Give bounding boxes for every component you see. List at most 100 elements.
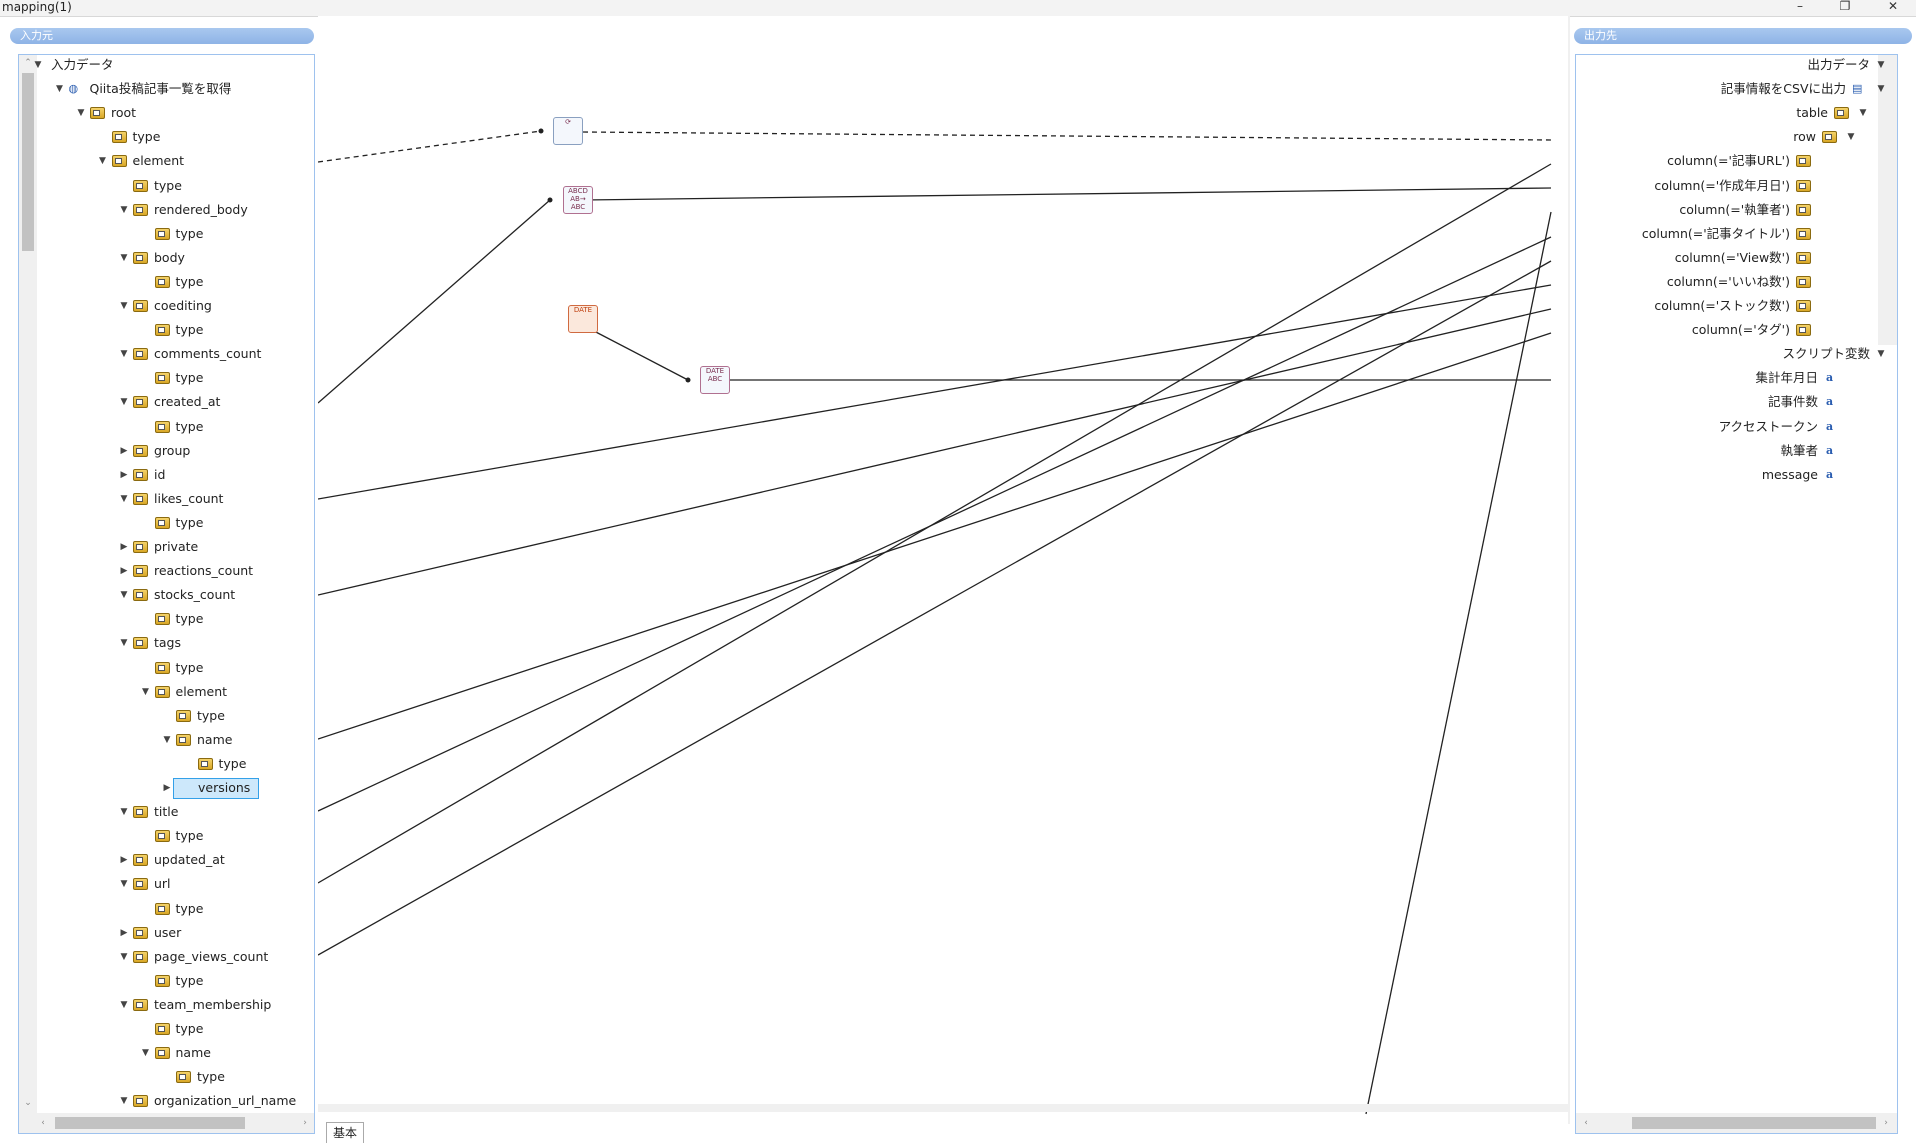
tree-node[interactable]: type (19, 417, 314, 437)
expand-down-icon[interactable]: ▼ (33, 55, 43, 75)
minimize-button[interactable]: – (1785, 0, 1815, 16)
tree-node[interactable]: type (19, 899, 314, 919)
expand-down-icon[interactable]: ▼ (119, 344, 129, 364)
tree-node[interactable]: type (19, 368, 314, 388)
tree-node[interactable]: ▼ comments_count (19, 344, 314, 364)
target-tree-node[interactable]: a 執筆者 (1576, 441, 1876, 461)
scroll-left-arrow-icon[interactable]: ‹ (37, 1117, 49, 1129)
tree-node[interactable]: ▼ element (19, 682, 314, 702)
target-tree-node[interactable]: a 記事件数 (1576, 392, 1876, 412)
target-tree-node[interactable]: ▼ 出力データ (1576, 55, 1884, 75)
tree-node[interactable]: ▼ stocks_count (19, 585, 314, 605)
tree-node[interactable]: type (19, 176, 314, 196)
tree-node[interactable]: type (19, 609, 314, 629)
target-tree-node[interactable]: column(='記事URL') (1576, 151, 1876, 171)
expand-down-icon[interactable]: ▼ (1858, 103, 1868, 123)
target-tree-node[interactable]: a 集計年月日 (1576, 368, 1876, 388)
tree-node[interactable]: ▼ name (19, 1043, 314, 1063)
target-tree[interactable]: ‹ › ▼ 出力データ ▼ ▤ 記事情報をCSVに出力 ▼ table ▼ row column(… (1575, 54, 1898, 1134)
canvas-vscrollbar[interactable] (1568, 16, 1570, 1124)
expand-down-icon[interactable]: ▼ (141, 1043, 151, 1063)
target-tree-node[interactable]: column(='タグ') (1576, 320, 1876, 340)
date-format-function-icon[interactable]: DATE ABC (700, 366, 730, 394)
target-hscroll-thumb[interactable] (1632, 1117, 1876, 1129)
target-tree-node[interactable]: column(='ストック数') (1576, 296, 1876, 316)
expand-down-icon[interactable]: ▼ (76, 103, 86, 123)
collapse-right-icon[interactable]: ▶ (119, 537, 129, 557)
tree-node[interactable]: ▼ url (19, 874, 314, 894)
mapping-canvas[interactable]: ⟳ ABCD AB→ ABC DATE DATE ABC (318, 16, 1570, 1124)
target-tree-node[interactable]: column(='View数') (1576, 248, 1876, 268)
tree-node[interactable]: ▼ coediting (19, 296, 314, 316)
target-tree-node[interactable]: column(='いいね数') (1576, 272, 1876, 292)
tree-node[interactable]: ▼ rendered_body (19, 200, 314, 220)
close-button[interactable]: ✕ (1878, 0, 1908, 16)
tree-node[interactable]: ▶ group (19, 441, 314, 461)
tree-node[interactable]: type (19, 1067, 314, 1087)
tree-node[interactable]: ▼ organization_url_name (19, 1091, 314, 1111)
expand-down-icon[interactable]: ▼ (141, 682, 151, 702)
tree-node[interactable]: ▼ 入力データ (19, 55, 314, 75)
source-tree[interactable]: ⌃ ⌄ ‹ › ▼ 入力データ ▼ ◍ Qiita投稿記事一覧を取得 ▼ root type ▼… (18, 54, 315, 1134)
collapse-right-icon[interactable]: ▶ (119, 561, 129, 581)
tree-node[interactable]: ▼ root (19, 103, 314, 123)
restore-button[interactable]: ❐ (1830, 0, 1860, 16)
tree-node[interactable]: type (19, 1019, 314, 1039)
target-tree-node[interactable]: ▼ row (1576, 127, 1876, 147)
scroll-left-arrow-icon[interactable]: ‹ (1580, 1117, 1592, 1129)
tree-node[interactable]: type (19, 826, 314, 846)
target-tree-node[interactable]: ▼ スクリプト変数 (1576, 344, 1884, 364)
string-function-icon[interactable]: ABCD AB→ ABC (563, 186, 593, 214)
tree-node[interactable]: type (19, 320, 314, 340)
tree-node[interactable]: ▶ private (19, 537, 314, 557)
expand-down-icon[interactable]: ▼ (119, 248, 129, 268)
canvas-hscrollbar[interactable] (318, 1104, 1570, 1112)
collapse-right-icon[interactable]: ▶ (162, 778, 172, 798)
expand-down-icon[interactable]: ▼ (1876, 344, 1886, 364)
target-tree-node[interactable]: ▼ ▤ 記事情報をCSVに出力 (1576, 79, 1885, 99)
tree-node[interactable]: type (19, 706, 314, 726)
expand-down-icon[interactable]: ▼ (119, 1091, 129, 1111)
tree-node[interactable]: type (19, 224, 314, 244)
target-tree-node[interactable]: a アクセストークン (1576, 417, 1876, 437)
scroll-right-arrow-icon[interactable]: › (299, 1117, 311, 1129)
expand-down-icon[interactable]: ▼ (55, 79, 65, 99)
expand-down-icon[interactable]: ▼ (119, 874, 129, 894)
tree-node[interactable]: ▼ body (19, 248, 314, 268)
target-tree-node[interactable]: column(='執筆者') (1576, 200, 1876, 220)
expand-down-icon[interactable]: ▼ (119, 995, 129, 1015)
date-function-icon[interactable]: DATE (568, 305, 598, 333)
expand-down-icon[interactable]: ▼ (119, 200, 129, 220)
tree-node[interactable]: type (19, 754, 314, 774)
expand-down-icon[interactable]: ▼ (119, 392, 129, 412)
source-hscrollbar[interactable]: ‹ › (19, 1113, 314, 1133)
tree-node[interactable]: type (19, 127, 314, 147)
expand-down-icon[interactable]: ▼ (119, 633, 129, 653)
source-hscroll-thumb[interactable] (55, 1117, 245, 1129)
tab-basic[interactable]: 基本 (326, 1122, 364, 1143)
expand-down-icon[interactable]: ▼ (119, 489, 129, 509)
loop-function-icon[interactable]: ⟳ (553, 117, 583, 145)
tree-node[interactable]: ▶ updated_at (19, 850, 314, 870)
tree-node[interactable]: ▼ likes_count (19, 489, 314, 509)
collapse-right-icon[interactable]: ▶ (119, 441, 129, 461)
expand-down-icon[interactable]: ▼ (98, 151, 108, 171)
tree-node[interactable]: ▼ element (19, 151, 314, 171)
expand-down-icon[interactable]: ▼ (1846, 127, 1856, 147)
tree-node[interactable]: ▶ versions (19, 778, 314, 799)
target-tree-node[interactable]: column(='作成年月日') (1576, 176, 1876, 196)
expand-down-icon[interactable]: ▼ (119, 585, 129, 605)
tree-node[interactable]: ▶ id (19, 465, 314, 485)
scroll-right-arrow-icon[interactable]: › (1880, 1117, 1892, 1129)
expand-down-icon[interactable]: ▼ (119, 296, 129, 316)
collapse-right-icon[interactable]: ▶ (119, 850, 129, 870)
target-tree-node[interactable]: column(='記事タイトル') (1576, 224, 1876, 244)
tree-node[interactable]: ▶ user (19, 923, 314, 943)
target-tree-node[interactable]: ▼ table (1576, 103, 1876, 123)
expand-down-icon[interactable]: ▼ (119, 802, 129, 822)
tree-node[interactable]: ▼ ◍ Qiita投稿記事一覧を取得 (19, 79, 314, 99)
tree-node[interactable]: ▶ reactions_count (19, 561, 314, 581)
tree-node[interactable]: type (19, 971, 314, 991)
collapse-right-icon[interactable]: ▶ (119, 465, 129, 485)
collapse-right-icon[interactable]: ▶ (119, 923, 129, 943)
